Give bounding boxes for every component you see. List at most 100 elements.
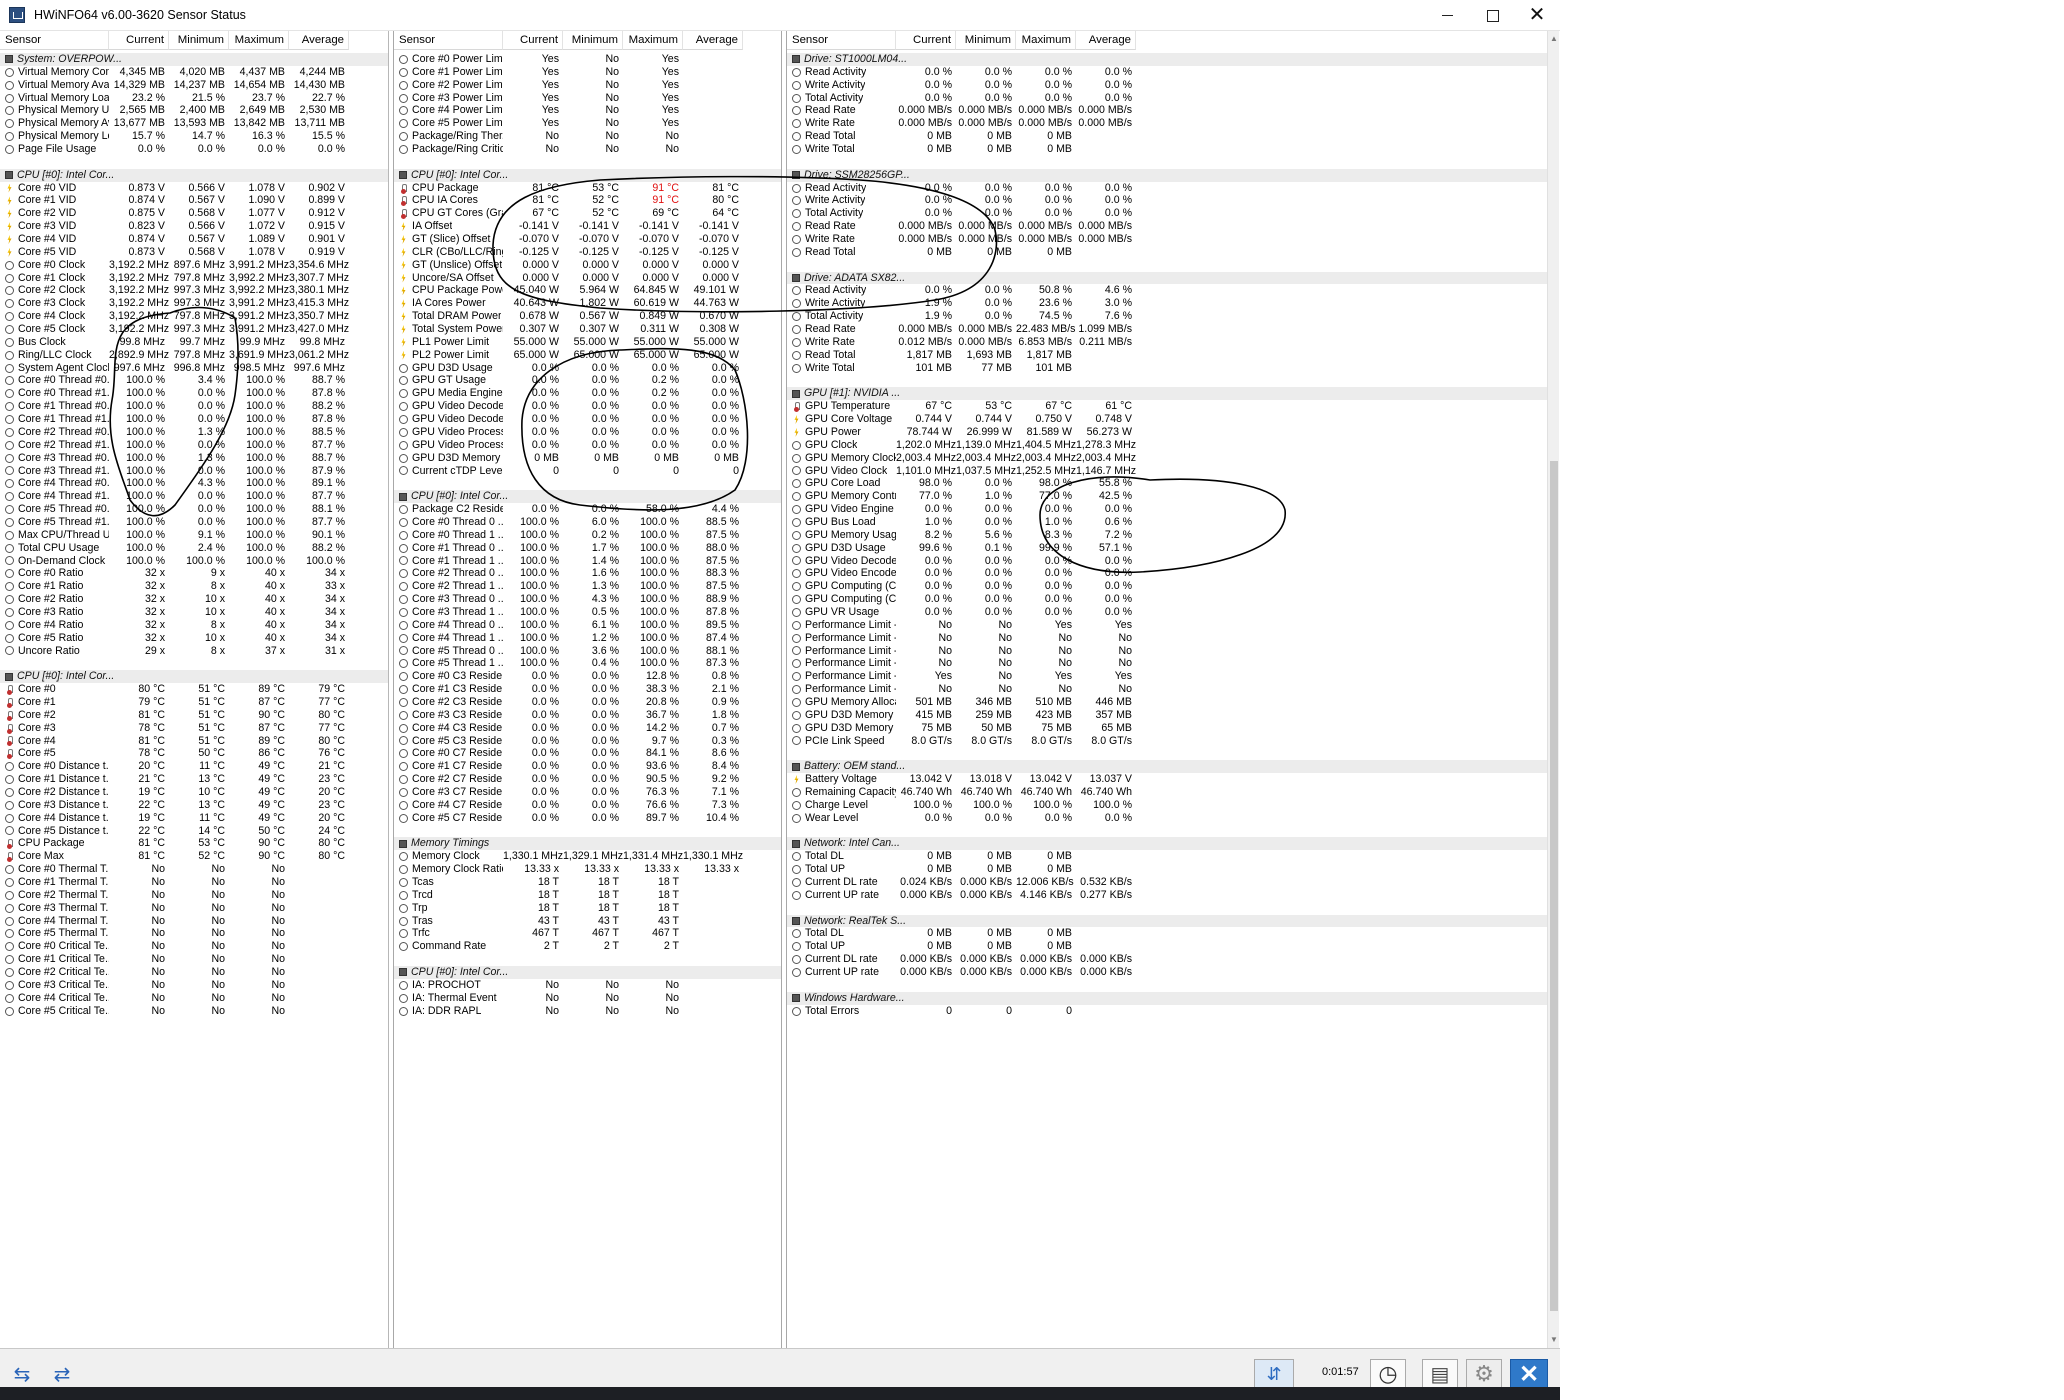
sensor-row[interactable]: Core #1 Thread #1... 100.0 % 0.0 % 100.0 % 8… [0, 413, 388, 426]
sensor-row[interactable]: Core #3 Thread #0... 100.0 % 1.3 % 100.0 % 8… [0, 452, 388, 465]
settings-icon[interactable]: ⚙ [1466, 1359, 1502, 1389]
sensor-row[interactable]: Core #3 Clock 3,192.2 MHz 997.3 MHz 3,991.2… [0, 297, 388, 310]
sensor-group-header[interactable]: Windows Hardware... [787, 991, 1559, 1005]
sensor-row[interactable]: CLR (CBo/LLC/Ring)...-0.125 V-0.125 V-0.… [394, 246, 781, 259]
column-header-maximum[interactable]: Maximum [1016, 31, 1076, 50]
sensor-row[interactable]: Core #4 C3 Reside... 0.0 % 0.0 % 14.2 % 0.7 … [394, 722, 781, 735]
scroll-down-icon[interactable]: ▼ [1548, 1332, 1559, 1348]
sensor-row[interactable]: GPU Clock 1,202.0 MHz 1,139.0 MHz 1,404.5 M… [787, 439, 1559, 452]
sensor-row[interactable]: IA Offset -0.141 V -0.141 V -0.141 V -0.141 … [394, 220, 781, 233]
sensor-row[interactable]: Max CPU/Thread U...100.0 %9.1 %100.0 %90… [0, 529, 388, 542]
sensor-row[interactable]: Core #3 C7 Reside... 0.0 % 0.0 % 76.3 % 7.1 … [394, 786, 781, 799]
sensor-row[interactable]: Core #2 VID 0.875 V 0.568 V 1.077 V 0.912 V [0, 207, 388, 220]
sensor-row[interactable]: Core #0 Thread 0 ... 100.0 % 6.0 % 100.0 % 8… [394, 516, 781, 529]
sensor-row[interactable]: Core #1 Clock 3,192.2 MHz 797.8 MHz 3,992.2… [0, 272, 388, 285]
sensor-row[interactable]: Core #1 Thread #0... 100.0 % 0.0 % 100.0 % 8… [0, 400, 388, 413]
sensor-row[interactable]: Core #4 Thermal T... No No No [0, 915, 388, 928]
sensor-row[interactable]: Wear Level 0.0 % 0.0 % 0.0 % 0.0 % [787, 812, 1559, 825]
column-header-sensor[interactable]: Sensor [394, 31, 503, 50]
sensor-row[interactable]: IA Cores Power 40.643 W 1.802 W 60.619 W 44.… [394, 297, 781, 310]
sensor-group-header[interactable]: Drive: ST1000LM04... [787, 53, 1559, 66]
exit-icon[interactable]: ✕ [1510, 1359, 1548, 1389]
sensor-row[interactable]: Core #4 Thread #1... 100.0 % 0.0 % 100.0 % 8… [0, 490, 388, 503]
network-icon[interactable]: ⇵ [1254, 1359, 1294, 1389]
sensor-row[interactable]: Total DRAM Power 0.678 W 0.567 W 0.849 W 0.6… [394, 310, 781, 323]
sensor-row[interactable]: Core #1 C3 Reside... 0.0 % 0.0 % 38.3 % 2.1 … [394, 683, 781, 696]
sensor-row[interactable]: Read Rate 0.000 MB/s 0.000 MB/s 0.000 MB/s 0… [787, 220, 1559, 233]
sensor-row[interactable]: GT (Unslice) Offset 0.000 V 0.000 V 0.000 V… [394, 259, 781, 272]
column-header-current[interactable]: Current [503, 31, 563, 50]
sensor-row[interactable]: Core #4 Ratio 32 x8 x 40 x 34 x [0, 619, 388, 632]
sensor-row[interactable]: Core #4 Clock 3,192.2 MHz 797.8 MHz 3,991.2… [0, 310, 388, 323]
sensor-row[interactable]: GPU Video Decode ...0.0 %0.0 %0.0 %0.0 % [394, 400, 781, 413]
sensor-row[interactable]: Core #0 80 °C 51 °C 89 °C 79 °C [0, 683, 388, 696]
close-button[interactable]: ✕ [1514, 0, 1560, 31]
sensor-row[interactable]: GPU Video Processi...0.0 %0.0 %0.0 %0.0 … [394, 439, 781, 452]
sensor-row[interactable]: Core #2 C3 Reside... 0.0 % 0.0 % 20.8 % 0.9 … [394, 696, 781, 709]
sensor-row[interactable]: Core #1 Distance t... 21 °C 13 °C 49 °C 23 °… [0, 773, 388, 786]
nav-left-button[interactable]: ⇆ [6, 1359, 38, 1389]
sensor-row[interactable]: Total DL 0 MB 0 MB 0 MB [787, 850, 1559, 863]
sensor-row[interactable]: CPU Package 81 °C 53 °C 91 °C 81 °C [394, 182, 781, 195]
sensor-row[interactable]: Core #4 Thread 0 ... 100.0 % 6.1 % 100.0 % 8… [394, 619, 781, 632]
column-header-minimum[interactable]: Minimum [563, 31, 623, 50]
sensor-row[interactable]: Core #2 Ratio 32 x 10 x 40 x 34 x [0, 593, 388, 606]
sensor-row[interactable]: Core #3 Thread 0 ... 100.0 % 4.3 % 100.0 % 8… [394, 593, 781, 606]
sensor-row[interactable]: Current UP rate 0.000 KB/s 0.000 KB/s 0.000… [787, 966, 1559, 979]
sensor-row[interactable]: Total Activity 1.9 % 0.0 % 74.5 % 7.6 % [787, 310, 1559, 323]
sensor-row[interactable]: Core #0 Thread 1 ... 100.0 % 0.2 % 100.0 % 8… [394, 529, 781, 542]
clock-icon[interactable]: ◷ [1370, 1359, 1406, 1389]
sensor-row[interactable]: Performance Limit - ...NoNoNoNo [787, 645, 1559, 658]
sensor-row[interactable]: Core #3 Critical Te... No No No [0, 979, 388, 992]
sensor-row[interactable]: Uncore Ratio 29 x8 x 37 x 31 x [0, 645, 388, 658]
sensor-row[interactable]: Core #3 78 °C 51 °C 87 °C 77 °C [0, 722, 388, 735]
column-header-current[interactable]: Current [896, 31, 956, 50]
sensor-row[interactable]: Read Rate 0.000 MB/s 0.000 MB/s 22.483 MB/s… [787, 323, 1559, 336]
sensor-row[interactable]: Core #3 Thread 1 ... 100.0 % 0.5 % 100.0 % 8… [394, 606, 781, 619]
sensor-row[interactable]: Core #5 VID 0.873 V 0.568 V 1.078 V 0.919 V [0, 246, 388, 259]
sensor-row[interactable]: Core #1 VID 0.874 V 0.567 V 1.090 V 0.899 V [0, 194, 388, 207]
column-header-maximum[interactable]: Maximum [229, 31, 289, 50]
sensor-row[interactable]: Core #4 Critical Te... No No No [0, 992, 388, 1005]
minimize-button[interactable] [1424, 0, 1470, 31]
sensor-row[interactable]: Trfc 467 T 467 T 467 T [394, 927, 781, 940]
sensor-row[interactable]: GPU Memory Clock 2,003.4 MHz 2,003.4 MHz 2,… [787, 452, 1559, 465]
sensor-row[interactable]: Uncore/SA Offset 0.000 V 0.000 V 0.000 V 0.0… [394, 272, 781, 285]
sensor-row[interactable]: GPU Computing (Co...0.0 %0.0 %0.0 %0.0 % [787, 593, 1559, 606]
sensor-row[interactable]: Core #5 Thread 0 ... 100.0 % 3.6 % 100.0 % 8… [394, 645, 781, 658]
sensor-row[interactable]: GPU Temperature 67 °C 53 °C 67 °C 61 °C [787, 400, 1559, 413]
sensor-row[interactable]: Virtual Memory Load 23.2 % 21.5 % 23.7 % 22.… [0, 92, 388, 105]
sensor-row[interactable]: Core #0 Clock 3,192.2 MHz 897.6 MHz 3,991.2… [0, 259, 388, 272]
sensor-row[interactable]: Total Errors 0 0 0 [787, 1005, 1559, 1018]
sensor-row[interactable]: GPU Video Encode ...0.0 %0.0 %0.0 %0.0 % [787, 567, 1559, 580]
sensor-row[interactable]: Total UP 0 MB 0 MB 0 MB [787, 863, 1559, 876]
sensor-row[interactable]: Core #5 Thermal T... No No No [0, 927, 388, 940]
sensor-group-header[interactable]: System: OVERPOW... [0, 53, 388, 66]
sensor-row[interactable]: Core #2 Critical Te... No No No [0, 966, 388, 979]
sensor-row[interactable]: GPU Video Engine L...0.0 %0.0 %0.0 %0.0 … [787, 503, 1559, 516]
sensor-row[interactable]: Core #1 Thermal T... No No No [0, 876, 388, 889]
sensor-row[interactable]: Core #0 Ratio 32 x9 x 40 x 34 x [0, 567, 388, 580]
sensor-row[interactable]: Core #3 Ratio 32 x 10 x 40 x 34 x [0, 606, 388, 619]
sensor-row[interactable]: IA: DDR RAPL No No No [394, 1005, 781, 1018]
sensor-group-header[interactable]: Memory Timings [394, 837, 781, 851]
sensor-row[interactable]: GPU Computing (Co...0.0 %0.0 %0.0 %0.0 % [787, 580, 1559, 593]
sensor-row[interactable]: Read Activity 0.0 % 0.0 % 0.0 % 0.0 % [787, 66, 1559, 79]
sensor-row[interactable]: GPU D3D Usage 99.6 % 0.1 % 99.9 % 57.1 % [787, 542, 1559, 555]
sensor-row[interactable]: Core #2 Thread #0... 100.0 % 1.3 % 100.0 % 8… [0, 426, 388, 439]
sensor-group-header[interactable]: CPU [#0]: Intel Cor... [0, 670, 388, 684]
sensor-row[interactable]: Core #0 Power Limi...YesNoYes [394, 53, 781, 66]
column-header-minimum[interactable]: Minimum [956, 31, 1016, 50]
sensor-row[interactable]: Performance Limit - ...NoNoNoNo [787, 657, 1559, 670]
sensor-row[interactable]: Core #4 Distance t... 19 °C 11 °C 49 °C 20 °… [0, 812, 388, 825]
sensor-row[interactable]: Core #2 Clock 3,192.2 MHz 997.3 MHz 3,992.2… [0, 284, 388, 297]
sensor-row[interactable]: GPU Media Engine ...0.0 %0.0 %0.2 %0.0 % [394, 387, 781, 400]
sensor-row[interactable]: GPU Core Load 98.0 % 0.0 % 98.0 % 55.8 % [787, 477, 1559, 490]
sensor-row[interactable]: Core #1 Critical Te... No No No [0, 953, 388, 966]
sensor-row[interactable]: Core #2 Thread 1 ... 100.0 % 1.3 % 100.0 % 8… [394, 580, 781, 593]
sensor-row[interactable]: Core #1 Power Limi...YesNoYes [394, 66, 781, 79]
sensor-row[interactable]: Current UP rate 0.000 KB/s 0.000 KB/s 4.146… [787, 889, 1559, 902]
sensor-row[interactable]: Current DL rate 0.024 KB/s 0.000 KB/s 12.00… [787, 876, 1559, 889]
report-icon[interactable]: ▤ [1422, 1359, 1458, 1389]
sensor-row[interactable]: GPU D3D Usage 0.0 % 0.0 % 0.0 % 0.0 % [394, 362, 781, 375]
